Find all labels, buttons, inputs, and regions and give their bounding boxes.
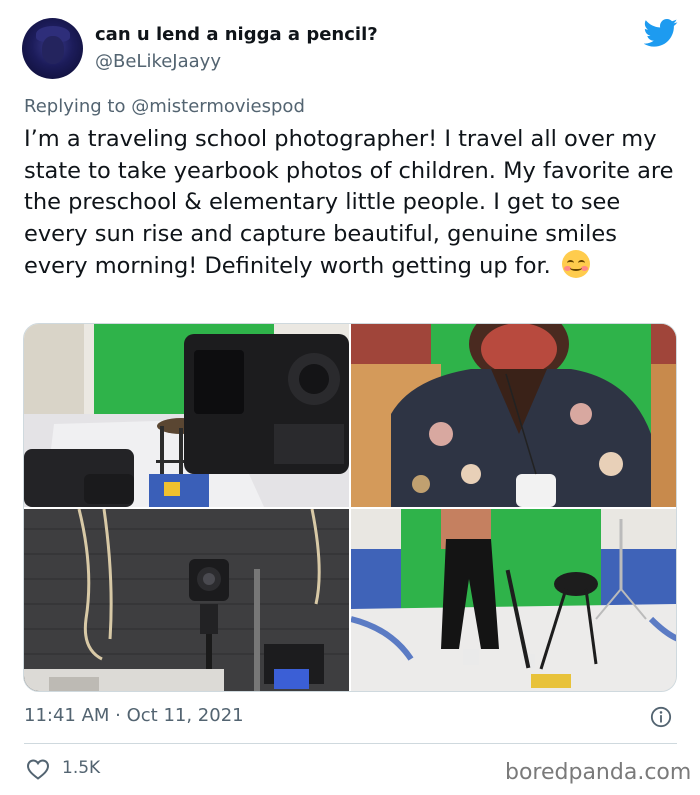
avatar-face: [42, 36, 64, 64]
info-icon[interactable]: [650, 706, 672, 728]
photo-green-screen-studio[interactable]: [351, 509, 676, 691]
watermark: boredpanda.com: [505, 760, 692, 785]
reply-mention-link[interactable]: @mistermoviespod: [131, 96, 305, 117]
heart-icon[interactable]: [26, 758, 50, 780]
author-handle[interactable]: @BeLikeJaayy: [95, 51, 221, 72]
photo-camera-setup[interactable]: [24, 324, 349, 507]
twitter-bird-icon[interactable]: [644, 18, 678, 48]
replying-to: Replying to @mistermoviespod: [24, 96, 305, 117]
tweet-media-grid[interactable]: [23, 323, 677, 692]
photo-camera-stand[interactable]: [24, 509, 349, 691]
divider: [24, 743, 677, 744]
author-display-name[interactable]: can u lend a nigga a pencil?: [95, 24, 378, 45]
photo-photographer[interactable]: [351, 324, 676, 507]
replying-prefix: Replying to: [24, 96, 126, 117]
tweet-timestamp[interactable]: 11:41 AM · Oct 11, 2021: [24, 705, 244, 726]
smiling-face-with-blush-emoji: [561, 250, 590, 278]
like-count[interactable]: 1.5K: [62, 758, 100, 778]
tweet-text: I’m a traveling school photographer! I t…: [24, 124, 684, 283]
author-avatar[interactable]: [22, 18, 83, 79]
